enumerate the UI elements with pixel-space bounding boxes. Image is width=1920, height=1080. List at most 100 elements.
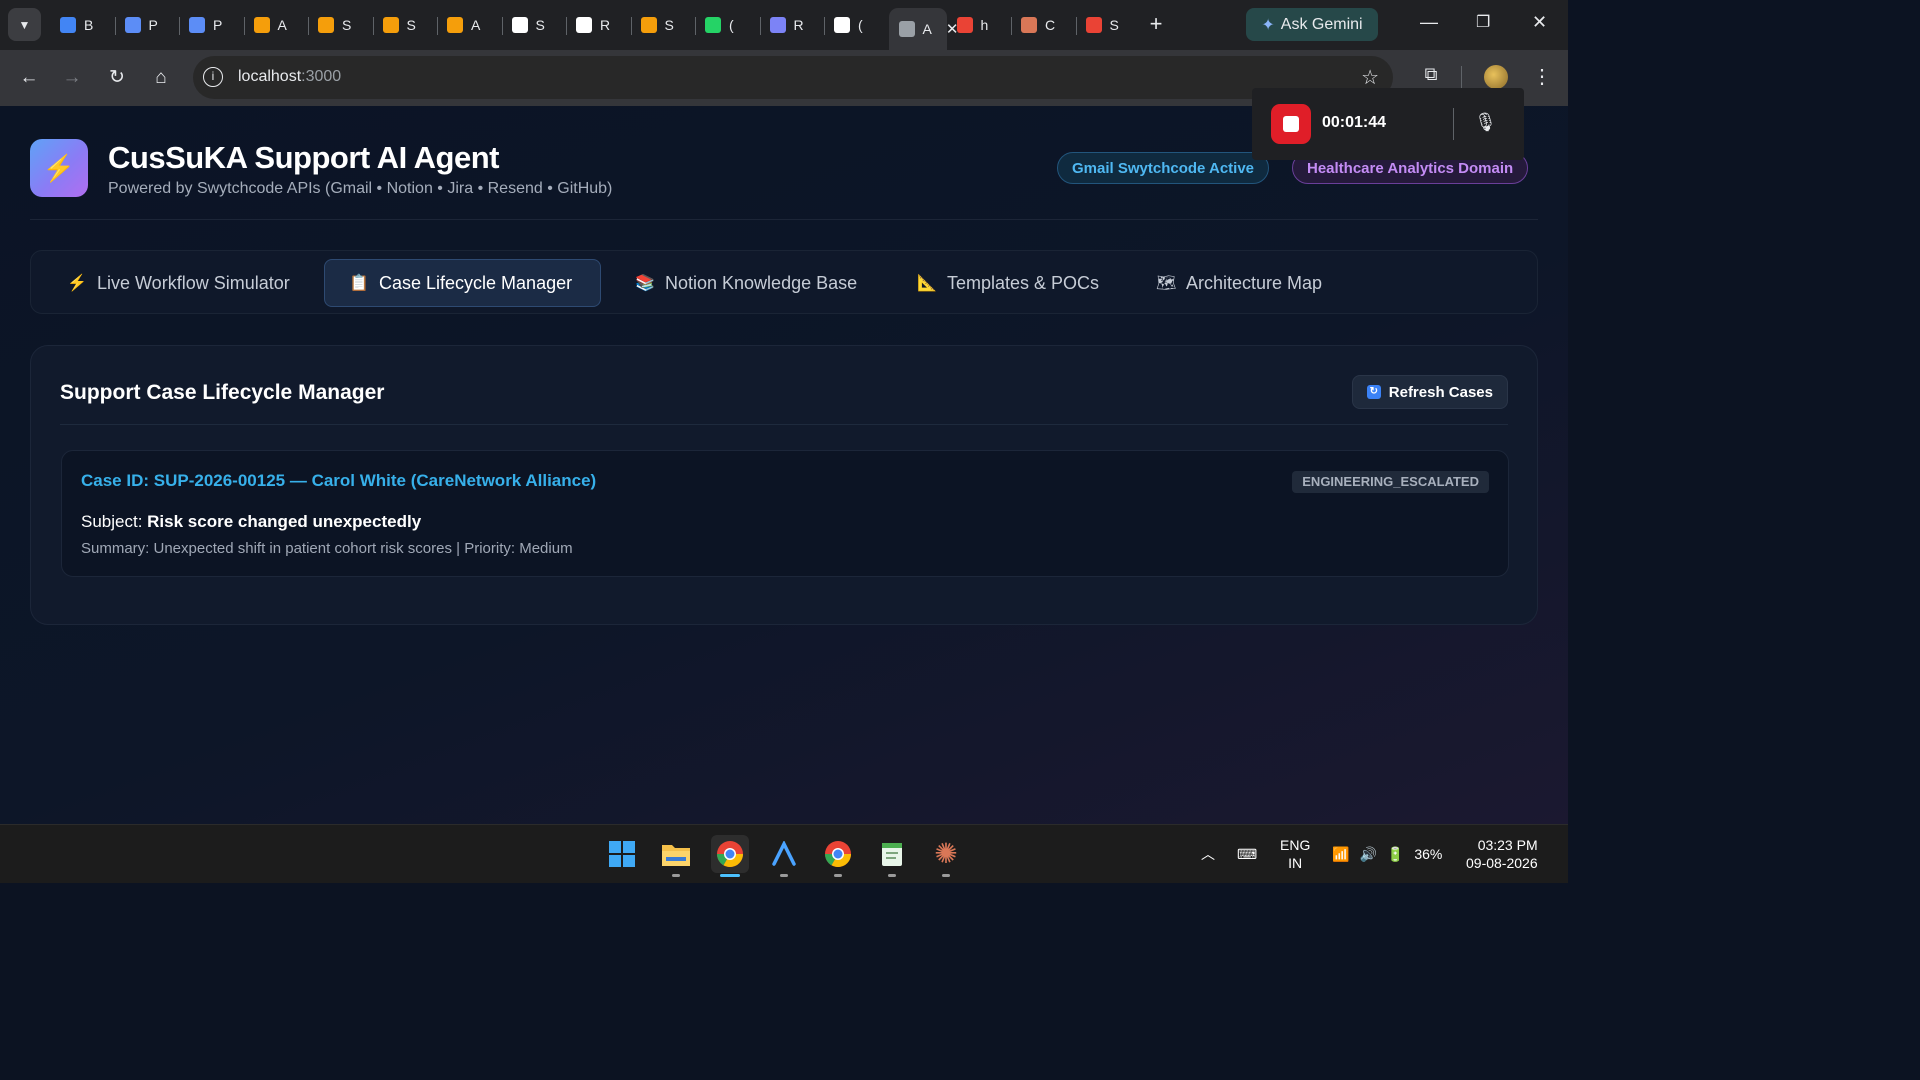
- site-info-icon[interactable]: i: [203, 67, 223, 87]
- chrome-icon: [824, 841, 852, 868]
- profile-avatar[interactable]: [1484, 65, 1508, 89]
- toolbar-separator: [1461, 66, 1462, 88]
- new-tab-button[interactable]: +: [1143, 12, 1169, 38]
- extensions-puzzle-icon[interactable]: ⧉: [1419, 64, 1443, 88]
- tab-label: Notion Knowledge Base: [665, 272, 858, 293]
- tab-title: R: [600, 17, 611, 33]
- claude-button[interactable]: ✺: [927, 835, 965, 877]
- tab-title: B: [84, 17, 94, 33]
- forward-button[interactable]: →: [59, 65, 85, 91]
- tab-title: P: [213, 17, 223, 33]
- app-page: ⚡ CusSuKA Support AI Agent Powered by Sw…: [0, 106, 1568, 824]
- url-port: :3000: [301, 68, 342, 85]
- case-list-item[interactable]: Case ID: SUP-2026-00125 — Carol White (C…: [61, 450, 1509, 577]
- arrow-right-icon: →: [62, 67, 82, 88]
- app-logo: ⚡: [30, 139, 88, 197]
- browser-tab[interactable]: S: [308, 8, 373, 42]
- bolt-icon: [382, 17, 399, 33]
- tab-search-button[interactable]: ▼: [8, 8, 41, 41]
- browser-tab[interactable]: R: [566, 8, 631, 42]
- wifi-icon: 📶: [1332, 845, 1350, 862]
- tab-label: Templates & POCs: [947, 272, 1100, 293]
- start-button[interactable]: [603, 835, 641, 873]
- tab-title: S: [406, 17, 416, 33]
- notion-icon: [834, 17, 850, 33]
- google-icon: [956, 17, 973, 33]
- stop-recording-button[interactable]: [1271, 104, 1311, 144]
- bar-chart-icon: [124, 17, 141, 33]
- browser-tab[interactable]: S: [501, 8, 567, 42]
- back-button[interactable]: ←: [16, 65, 42, 91]
- windows-taskbar: ✺ ︿ ⌨ ENG IN 📶 🔊 🔋 36% 03:23 PM 09-08-2026: [0, 824, 1568, 883]
- screen-recorder-widget: 00:01:44 🎙: [1252, 88, 1524, 160]
- mic-muted-icon[interactable]: 🎙: [1474, 112, 1497, 133]
- close-window-button[interactable]: ✕: [1532, 12, 1547, 33]
- notepad-button[interactable]: [873, 835, 911, 877]
- browser-tab[interactable]: (: [695, 8, 760, 42]
- reload-icon: ↻: [109, 67, 125, 88]
- browser-tab[interactable]: P: [114, 8, 180, 42]
- arc-a-icon: [772, 841, 796, 866]
- gmail-status-badge: Gmail Swytchcode Active: [1057, 152, 1270, 184]
- bolt-icon: ⚡: [42, 152, 76, 183]
- address-bar[interactable]: i localhost:3000 ☆: [193, 56, 1393, 99]
- bookmark-star-icon[interactable]: ☆: [1361, 65, 1379, 90]
- tab-title: C: [1045, 17, 1056, 33]
- tab-title: S: [664, 17, 674, 33]
- system-tray-status[interactable]: 📶 🔊 🔋 36%: [1332, 825, 1442, 883]
- whatsapp-icon: [705, 17, 721, 33]
- app-a-button[interactable]: [765, 835, 803, 877]
- keyboard-icon[interactable]: ⌨: [1237, 825, 1257, 883]
- claude-icon: [1021, 17, 1037, 33]
- volume-icon: 🔊: [1359, 845, 1377, 862]
- tab-title: (: [729, 17, 734, 33]
- address-url[interactable]: localhost:3000: [238, 68, 341, 86]
- gemini-sparkle-icon: ✦: [1261, 16, 1275, 34]
- clock-date: 09-08-2026: [1466, 855, 1538, 871]
- browser-tab[interactable]: (: [824, 8, 889, 42]
- tab-templates-pocs[interactable]: 📐 Templates & POCs: [893, 259, 1121, 307]
- minimize-button[interactable]: —: [1420, 12, 1438, 33]
- tab-live-workflow-simulator[interactable]: ⚡ Live Workflow Simulator: [43, 259, 312, 307]
- tab-architecture-map[interactable]: 🗺 Architecture Map: [1132, 259, 1344, 307]
- browser-tab[interactable]: S: [630, 8, 696, 42]
- claude-starburst-icon: ✺: [934, 838, 958, 869]
- browser-tab[interactable]: A: [437, 8, 502, 42]
- chrome-button[interactable]: [711, 835, 749, 877]
- home-button[interactable]: ⌂: [148, 65, 174, 91]
- tab-title: A: [471, 17, 481, 33]
- chrome-icon: [716, 841, 744, 868]
- browser-tab[interactable]: C: [1011, 8, 1076, 42]
- browser-tab[interactable]: S: [372, 8, 438, 42]
- clock[interactable]: 03:23 PM 09-08-2026: [1466, 825, 1538, 883]
- browser-tab[interactable]: S: [1075, 8, 1141, 42]
- file-explorer-button[interactable]: [657, 835, 695, 877]
- header-divider: [30, 219, 1538, 220]
- tab-case-lifecycle-manager[interactable]: 📋 Case Lifecycle Manager: [324, 259, 601, 307]
- browser-tab[interactable]: h: [947, 8, 1012, 42]
- bar-chart-icon: [189, 17, 205, 33]
- tab-label: Live Workflow Simulator: [97, 272, 290, 293]
- tab-notion-knowledge-base[interactable]: 📚 Notion Knowledge Base: [611, 259, 879, 307]
- recorder-separator: [1453, 108, 1454, 140]
- tab-title: A: [922, 21, 932, 37]
- refresh-cases-button[interactable]: ↻ Refresh Cases: [1351, 375, 1508, 409]
- browser-tab[interactable]: A ✕: [888, 8, 958, 50]
- browser-tab[interactable]: P: [179, 8, 244, 42]
- restore-button[interactable]: ❐: [1476, 12, 1490, 32]
- bolt-icon: [640, 17, 657, 33]
- language-indicator[interactable]: ENG IN: [1280, 825, 1310, 883]
- show-hidden-icons-button[interactable]: ︿: [1201, 825, 1215, 883]
- browser-tab[interactable]: A: [243, 8, 309, 42]
- browser-menu-icon[interactable]: ⋮: [1532, 64, 1552, 89]
- url-host: localhost: [238, 68, 302, 85]
- google-icon: [1085, 17, 1102, 33]
- case-id-link[interactable]: Case ID: SUP-2026-00125 — Carol White (C…: [81, 471, 596, 491]
- notepad-icon: [882, 843, 902, 866]
- chrome-profile-button[interactable]: [819, 835, 857, 877]
- ask-gemini-button[interactable]: ✦ Ask Gemini: [1246, 8, 1378, 41]
- browser-tab[interactable]: B: [50, 8, 115, 42]
- reload-button[interactable]: ↻: [104, 65, 130, 91]
- browser-tabs: B P P A S S A S R S (R (A ✕ h C S: [50, 8, 1141, 50]
- browser-tab[interactable]: R: [759, 8, 825, 42]
